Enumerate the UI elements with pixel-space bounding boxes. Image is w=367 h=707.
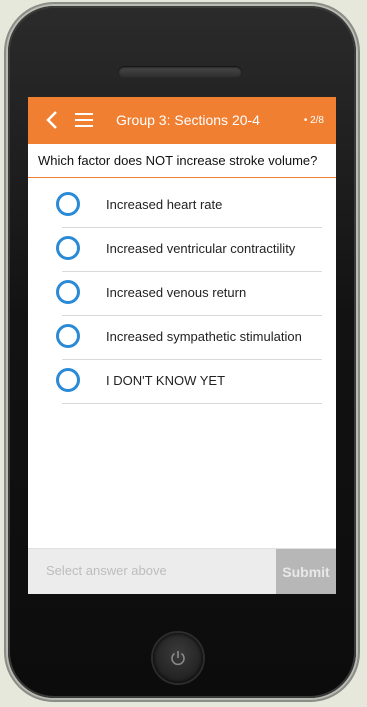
answer-option[interactable]: Increased heart rate — [50, 184, 322, 228]
power-icon — [171, 651, 185, 666]
progress-indicator: • 2/8 — [303, 115, 324, 126]
answer-option[interactable]: Increased venous return — [50, 272, 322, 316]
answer-label: Increased ventricular contractility — [106, 241, 296, 256]
radio-button[interactable] — [56, 368, 80, 392]
question-text: Which factor does NOT increase stroke vo… — [28, 144, 336, 178]
answer-label: Increased venous return — [106, 285, 247, 300]
page-title: Group 3: Sections 20-4 — [116, 112, 260, 128]
answer-option[interactable]: Increased sympathetic stimulation — [50, 316, 322, 360]
answer-option[interactable]: I DON'T KNOW YET — [50, 360, 322, 404]
answer-label: I DON'T KNOW YET — [106, 373, 226, 388]
app-screen: Group 3: Sections 20-4 • 2/8 Which facto… — [28, 97, 336, 594]
home-button[interactable] — [153, 633, 203, 683]
chevron-left-icon[interactable] — [45, 110, 59, 130]
footer-bar: Select answer above Submit — [28, 548, 336, 594]
radio-button[interactable] — [56, 192, 80, 216]
radio-button[interactable] — [56, 324, 80, 348]
earpiece-speaker — [118, 66, 242, 78]
divider — [62, 403, 322, 404]
answer-label: Increased sympathetic stimulation — [106, 329, 302, 344]
radio-button[interactable] — [56, 280, 80, 304]
submit-button[interactable]: Submit — [276, 549, 336, 594]
answer-option[interactable]: Increased ventricular contractility — [50, 228, 322, 272]
phone-frame: Group 3: Sections 20-4 • 2/8 Which facto… — [8, 6, 356, 698]
header-bar: Group 3: Sections 20-4 • 2/8 — [28, 97, 336, 144]
answer-list: Increased heart rate Increased ventricul… — [28, 178, 336, 404]
radio-button[interactable] — [56, 236, 80, 260]
hamburger-menu-icon[interactable] — [75, 113, 93, 127]
answer-label: Increased heart rate — [106, 197, 223, 212]
select-answer-hint: Select answer above — [46, 563, 167, 578]
